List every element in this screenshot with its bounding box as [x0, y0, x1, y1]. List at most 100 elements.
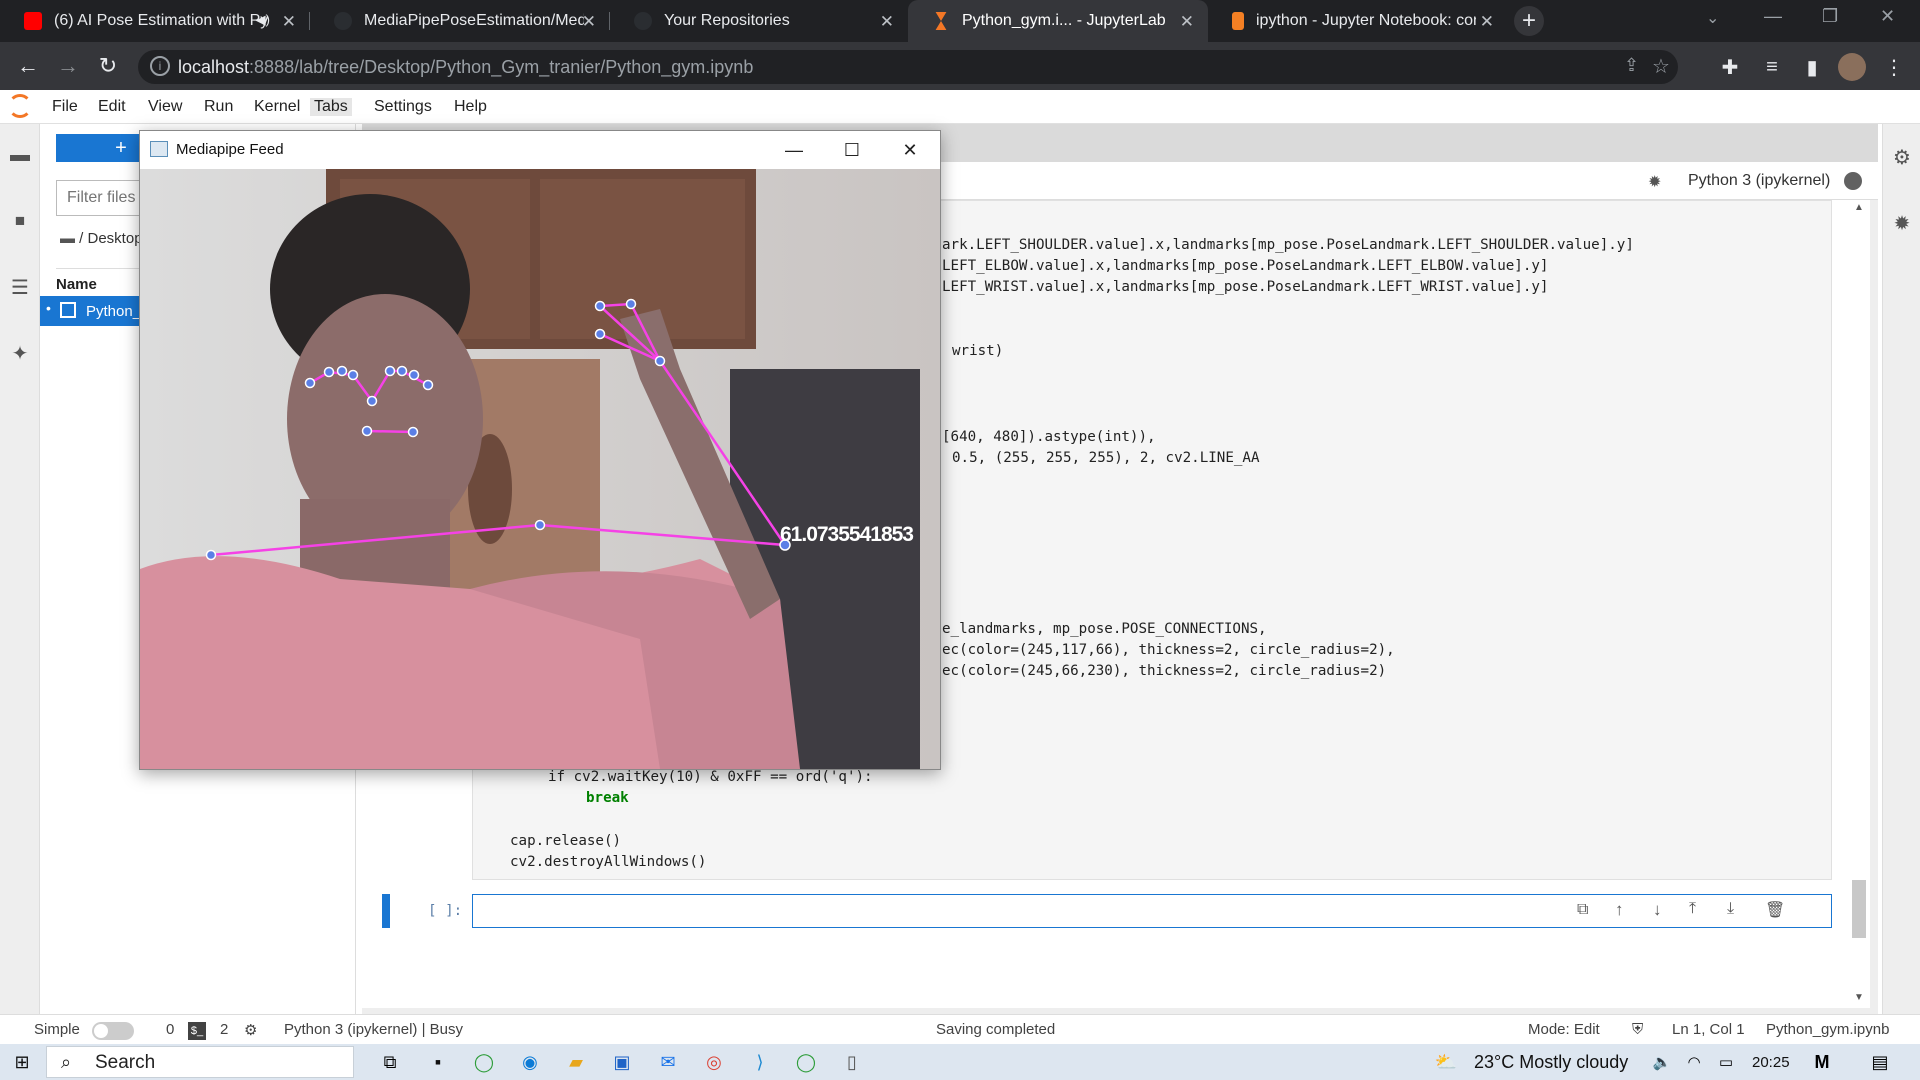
empty-code-cell-input[interactable]: ⧉ ↑ ↓ ⤒ ⤓ 🗑: [472, 894, 1832, 928]
mediapipe-feed-window[interactable]: Mediapipe Feed — ☐ ✕ 61.0735541853: [139, 130, 941, 770]
breadcrumb[interactable]: ▬ / Desktop: [60, 230, 143, 247]
menu-view[interactable]: View: [148, 98, 182, 116]
terminal-icon[interactable]: $_: [188, 1022, 206, 1040]
code-line: LEFT_WRIST.value].x,landmarks[mp_pose.Po…: [942, 279, 1549, 295]
edge-icon[interactable]: ◉: [516, 1048, 544, 1076]
menu-help[interactable]: Help: [454, 98, 487, 116]
breadcrumb-path: / Desktop: [79, 230, 143, 247]
close-window-icon[interactable]: ✕: [1880, 6, 1895, 27]
menu-run[interactable]: Run: [204, 98, 233, 116]
share-icon[interactable]: ⇪: [1624, 55, 1639, 76]
task-view-icon[interactable]: ⧉: [376, 1048, 404, 1076]
language-icon[interactable]: M: [1808, 1048, 1836, 1076]
close-tab-icon[interactable]: ✕: [282, 12, 296, 32]
edit-mode: Mode: Edit: [1528, 1021, 1600, 1038]
extensions-icon[interactable]: ✚: [1716, 53, 1744, 81]
close-tab-icon[interactable]: ✕: [880, 12, 894, 32]
file-explorer-icon[interactable]: ▰: [562, 1048, 590, 1076]
address-bar[interactable]: i localhost:8888/lab/tree/Desktop/Python…: [138, 50, 1678, 84]
close-tab-icon[interactable]: ✕: [1480, 12, 1494, 32]
app-ring-icon[interactable]: ◯: [470, 1048, 498, 1076]
left-activity-bar: ▬ ⏹ ☰ ✦: [0, 124, 40, 1014]
window-title: Mediapipe Feed: [176, 141, 284, 158]
duplicate-cell-icon[interactable]: ⧉: [1577, 901, 1588, 919]
menu-tabs[interactable]: Tabs: [310, 98, 352, 116]
restore-window-icon[interactable]: ❐: [1822, 6, 1838, 27]
browser-tab-stackoverflow[interactable]: ipython - Jupyter Notebook: com ✕: [1208, 0, 1508, 42]
running-dot-icon: •: [46, 300, 51, 316]
kernel-name-label[interactable]: Python 3 (ipykernel): [1688, 172, 1830, 190]
maximize-icon[interactable]: ☐: [832, 137, 872, 163]
terminal-app-icon[interactable]: ▪: [424, 1048, 452, 1076]
media-control-icon[interactable]: ≡: [1758, 53, 1786, 81]
table-of-contents-icon[interactable]: ☰: [7, 274, 33, 300]
close-tab-icon[interactable]: ✕: [1180, 12, 1194, 32]
vscode-icon[interactable]: ⟩: [746, 1048, 774, 1076]
extension-manager-icon[interactable]: ✦: [7, 340, 33, 366]
profile-avatar[interactable]: [1838, 53, 1866, 81]
delete-cell-icon[interactable]: 🗑: [1765, 900, 1785, 920]
menu-edit[interactable]: Edit: [98, 98, 126, 116]
battery-icon[interactable]: ▭: [1712, 1048, 1740, 1076]
forward-arrow-icon[interactable]: →: [50, 48, 86, 84]
taskbar-search-box[interactable]: ⌕ Search: [46, 1046, 354, 1078]
kernel-status[interactable]: Python 3 (ipykernel) | Busy: [284, 1021, 463, 1038]
code-line: wrist): [952, 343, 1004, 359]
blank-window-icon[interactable]: ▯: [838, 1048, 866, 1076]
scroll-down-arrow-icon[interactable]: ▼: [1854, 992, 1864, 1003]
tab-search-icon[interactable]: ⌄: [1706, 8, 1719, 28]
webcam-frame: [140, 169, 940, 769]
insert-below-icon[interactable]: ⤓: [1727, 900, 1734, 918]
close-tab-icon[interactable]: ✕: [582, 12, 596, 32]
browser-tab-github-repo[interactable]: MediaPipePoseEstimation/Media ✕: [310, 0, 610, 42]
kernel-debug-icon[interactable]: ✹: [1648, 172, 1661, 192]
site-info-icon[interactable]: i: [150, 56, 170, 76]
cursor-position[interactable]: Ln 1, Col 1: [1672, 1021, 1745, 1038]
scroll-up-arrow-icon[interactable]: ▲: [1854, 202, 1864, 213]
volume-icon[interactable]: 🔈: [1648, 1048, 1676, 1076]
jupyter-favicon-icon: [935, 12, 947, 30]
property-inspector-icon[interactable]: ⚙: [1889, 144, 1915, 170]
debugger-icon[interactable]: ✹: [1889, 210, 1915, 236]
python-window-icon[interactable]: ◯: [792, 1048, 820, 1076]
reload-icon[interactable]: ↻: [90, 48, 126, 84]
browser-tab-youtube[interactable]: (6) AI Pose Estimation with Py ◀) ✕: [0, 0, 310, 42]
mail-icon[interactable]: ✉: [654, 1048, 682, 1076]
window-titlebar[interactable]: Mediapipe Feed — ☐ ✕: [140, 131, 940, 169]
vertical-scrollbar[interactable]: [1852, 880, 1866, 938]
menu-kernel[interactable]: Kernel: [254, 98, 300, 116]
kernel-gear-icon[interactable]: ⚙: [244, 1021, 257, 1039]
move-down-icon[interactable]: ↓: [1653, 900, 1662, 920]
move-up-icon[interactable]: ↑: [1615, 900, 1624, 920]
menu-file[interactable]: File: [52, 98, 78, 116]
code-line: if cv2.waitKey(10) & 0xFF == ord('q'):: [548, 769, 873, 785]
kernel-count: 2: [220, 1021, 229, 1038]
weather-text[interactable]: 23°C Mostly cloudy: [1474, 1052, 1628, 1073]
weather-cloud-icon: ⛅: [1434, 1051, 1458, 1072]
menu-settings[interactable]: Settings: [374, 98, 432, 116]
side-panel-icon[interactable]: ▮: [1798, 53, 1826, 81]
folder-icon[interactable]: ▬: [7, 142, 33, 168]
store-icon[interactable]: ▣: [608, 1048, 636, 1076]
simple-mode-toggle[interactable]: [92, 1022, 134, 1040]
insert-above-icon[interactable]: ⤒: [1689, 900, 1696, 918]
tab-title: MediaPipePoseEstimation/Media: [364, 12, 584, 29]
code-line: [640, 480]).astype(int)),: [942, 429, 1156, 445]
clock-time[interactable]: 20:25: [1752, 1054, 1790, 1071]
bookmark-star-icon[interactable]: ☆: [1652, 54, 1670, 79]
chrome-menu-icon[interactable]: ⋮: [1880, 53, 1908, 81]
new-tab-button[interactable]: +: [1514, 6, 1544, 36]
browser-tab-repositories[interactable]: Your Repositories ✕: [610, 0, 908, 42]
notification-center-icon[interactable]: ▤: [1866, 1048, 1894, 1076]
minimize-icon[interactable]: —: [774, 137, 814, 163]
trust-shield-icon[interactable]: ⛨: [1632, 1021, 1643, 1038]
minimize-window-icon[interactable]: —: [1764, 6, 1782, 27]
chrome-icon[interactable]: ◎: [700, 1048, 728, 1076]
close-icon[interactable]: ✕: [890, 137, 930, 163]
browser-tab-jupyterlab[interactable]: Python_gym.i... - JupyterLab ✕: [908, 0, 1208, 42]
save-status: Saving completed: [936, 1021, 1056, 1038]
wifi-icon[interactable]: ◠: [1680, 1048, 1708, 1076]
running-kernels-icon[interactable]: ⏹: [7, 208, 33, 234]
windows-start-icon[interactable]: ⊞: [8, 1048, 36, 1076]
back-arrow-icon[interactable]: ←: [10, 48, 46, 84]
